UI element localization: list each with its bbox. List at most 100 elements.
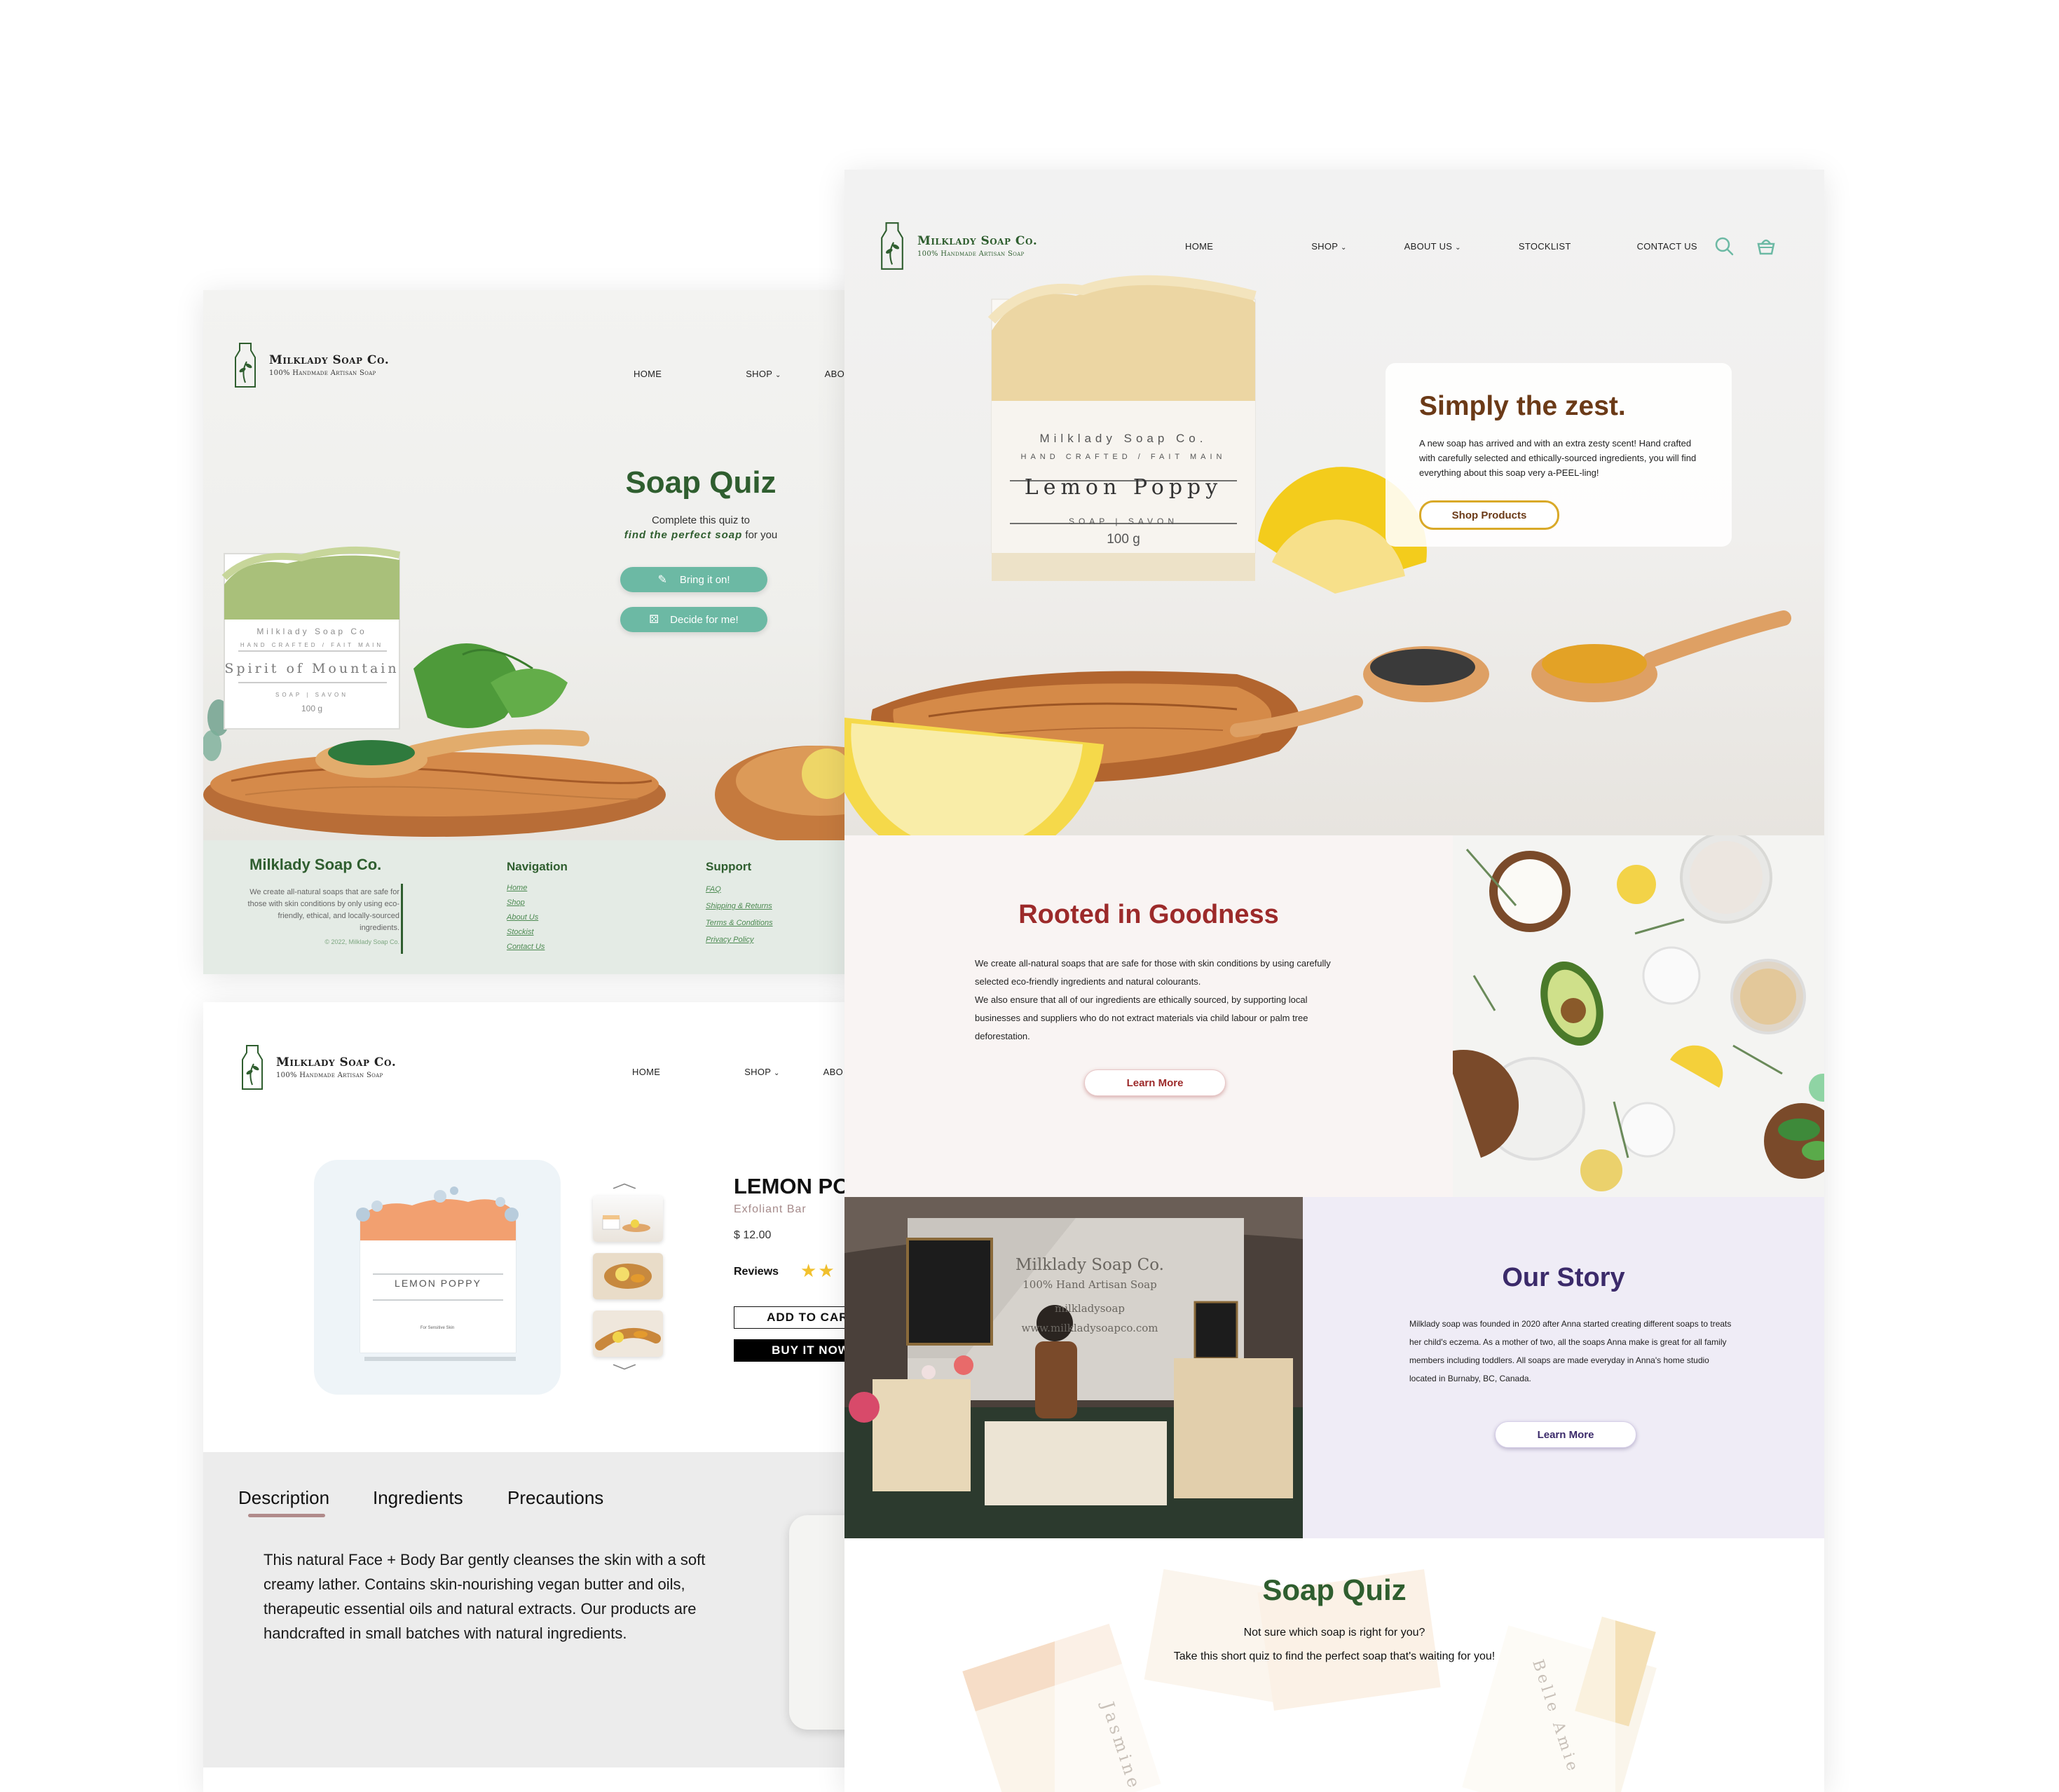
product-description: This natural Face + Body Bar gently clea… <box>264 1551 706 1642</box>
chevron-down-icon: ⌄ <box>1455 244 1461 252</box>
thumbnail-2-image <box>604 1264 652 1289</box>
quiz-line1: Complete this quiz to <box>651 514 751 526</box>
chevron-down-icon: ⌄ <box>774 371 781 379</box>
footer-link-about[interactable]: About Us <box>507 910 545 925</box>
nav-shop-label: SHOP <box>746 369 773 379</box>
banner-line-2: 100% Hand Artisan Soap <box>1022 1278 1157 1291</box>
rooted-paragraph-1: We create all-natural soaps that are saf… <box>975 958 1331 987</box>
nav-shop[interactable]: SHOP ⌄ <box>1311 241 1346 252</box>
brand-tagline: 100% Handmade Artisan Soap <box>917 250 1025 258</box>
thumbnail-1[interactable] <box>593 1196 663 1242</box>
thumbnail-3[interactable] <box>593 1311 663 1357</box>
nav-about[interactable]: ABOUT US ⌄ <box>1404 241 1461 252</box>
footer-link-home[interactable]: Home <box>507 881 545 896</box>
soap-label-type: SOAP | SAVON <box>275 692 349 698</box>
brand-name: Milklady Soap Co. <box>917 234 1038 248</box>
soap-label-name: Lemon Poppy <box>1024 475 1223 500</box>
soap-label-weight: 100 g <box>301 704 323 713</box>
home-page-panel: Milklady Soap Co. HAND CRAFTED / FAIT MA… <box>844 170 1824 1792</box>
star-icon: ★ <box>800 1260 819 1281</box>
quiz-line2-emphasis: find the perfect soap <box>624 529 743 541</box>
add-to-cart-button[interactable]: ADD TO CART <box>734 1306 855 1329</box>
rooted-learn-more-button[interactable]: Learn More <box>1084 1069 1226 1096</box>
nav-about[interactable]: ABO <box>823 1067 843 1077</box>
tab-active-underline <box>248 1514 325 1517</box>
brand-logo[interactable]: Milklady Soap Co. 100% Handmade Artisan … <box>238 1043 396 1092</box>
hero-body: A new soap has arrived and with an extra… <box>1419 438 1697 478</box>
rooted-title: Rooted in Goodness <box>1018 900 1279 929</box>
nav-shop[interactable]: SHOP ⌄ <box>746 369 781 379</box>
brand-name: Milklady Soap Co. <box>269 353 390 367</box>
footer-link-privacy[interactable]: Privacy Policy <box>706 931 773 948</box>
ingredients-flatlay <box>1446 831 1824 1191</box>
thumbnail-2[interactable] <box>593 1253 663 1299</box>
buy-now-button[interactable]: BUY IT NOW <box>734 1339 855 1362</box>
soap-label-crafted: HAND CRAFTED / FAIT MAIN <box>1020 453 1226 461</box>
chevron-down-icon: ⌄ <box>1340 244 1347 252</box>
shop-products-button[interactable]: Shop Products <box>1419 500 1559 530</box>
footer-link-shop[interactable]: Shop <box>507 896 545 910</box>
nav-shop-label: SHOP <box>1311 241 1339 252</box>
decide-for-me-button[interactable]: ⚄ Decide for me! <box>620 607 767 632</box>
banner-line-1: Milklady Soap Co. <box>1015 1256 1164 1274</box>
shop-products-label: Shop Products <box>1451 509 1527 521</box>
tab-description[interactable]: Description <box>238 1487 329 1517</box>
banner-line-3: milkladysoap <box>1055 1302 1125 1315</box>
quiz-teaser-title: Soap Quiz <box>1262 1573 1407 1606</box>
footer-brand: Milklady Soap Co. <box>249 856 382 873</box>
nav-stocklist[interactable]: STOCKLIST <box>1519 241 1571 252</box>
footer-link-contact[interactable]: Contact Us <box>507 940 545 955</box>
soap-label-brand: Milklady Soap Co <box>256 627 367 636</box>
rooted-body: We create all-natural soaps that are saf… <box>975 955 1353 1046</box>
brand-tagline: 100% Handmade Artisan Soap <box>269 369 376 377</box>
edit-icon: ✎ <box>657 574 667 586</box>
dice-icon: ⚄ <box>649 614 659 626</box>
thumbnail-3-image <box>595 1328 661 1350</box>
basket-icon[interactable] <box>1756 235 1777 257</box>
our-story-body: Milklady soap was founded in 2020 after … <box>1409 1319 1732 1383</box>
tab-precautions[interactable]: Precautions <box>507 1487 603 1509</box>
brand-logo[interactable]: Milklady Soap Co. 100% Handmade Artisan … <box>231 341 389 390</box>
quiz-title: Soap Quiz <box>625 465 777 500</box>
bring-it-on-button[interactable]: ✎ Bring it on! <box>620 567 767 592</box>
soap-label-weight: 100 g <box>1107 532 1140 547</box>
soap-illustration-label: LEMON POPPY <box>395 1278 481 1289</box>
quiz-teaser-line1: Not sure which soap is right for you? <box>1243 1627 1425 1639</box>
our-story-section: Our Story Milklady soap was founded in 2… <box>1303 1197 1824 1538</box>
bring-it-on-label: Bring it on! <box>679 573 730 586</box>
brand-name: Milklady Soap Co. <box>276 1055 397 1069</box>
buy-now-label: BUY IT NOW <box>772 1343 850 1357</box>
footer-link-shipping[interactable]: Shipping & Returns <box>706 898 773 915</box>
chevron-down-icon[interactable]: ﹀ <box>612 1360 636 1382</box>
story-learn-more-label: Learn More <box>1537 1428 1594 1441</box>
footer-nav-list: Home Shop About Us Stockist Contact Us <box>507 881 545 955</box>
rooted-learn-more-label: Learn More <box>1126 1076 1184 1089</box>
footer-copyright: © 2022, Milklady Soap Co. <box>324 938 399 945</box>
rooted-section: Rooted in Goodness We create all-natural… <box>844 835 1453 1197</box>
footer-link-terms[interactable]: Terms & Conditions <box>706 915 773 931</box>
quiz-hero-text: Soap Quiz Complete this quiz to find the… <box>596 465 806 541</box>
footer-link-stockist[interactable]: Stockist <box>507 925 545 940</box>
story-learn-more-button[interactable]: Learn More <box>1495 1421 1636 1448</box>
footer-nav-title: Navigation <box>507 860 568 873</box>
chevron-down-icon: ⌄ <box>773 1069 780 1077</box>
milk-bottle-icon <box>242 1045 263 1090</box>
brand-logo[interactable]: Milklady Soap Co. 100% Handmade Artisan … <box>877 220 1037 272</box>
quiz-teaser-section: Soap Quiz Not sure which soap is right f… <box>844 1538 1824 1792</box>
nav-home[interactable]: HOME <box>634 369 662 379</box>
tab-ingredients[interactable]: Ingredients <box>373 1487 463 1509</box>
footer-link-faq[interactable]: FAQ <box>706 881 773 898</box>
nav-home[interactable]: HOME <box>632 1067 660 1077</box>
chevron-up-icon[interactable]: ︿ <box>612 1170 636 1193</box>
star-rating[interactable]: ★★ <box>800 1260 836 1282</box>
milk-bottle-icon <box>881 222 903 270</box>
nav-contact[interactable]: CONTACT US <box>1637 241 1697 252</box>
quiz-teaser-line2: Take this short quiz to find the perfect… <box>1173 1650 1496 1662</box>
soap-label-type: SOAP | SAVON <box>1068 517 1179 526</box>
nav-home[interactable]: HOME <box>1185 241 1213 252</box>
product-details-section: Description Ingredients Precautions This… <box>203 1452 855 1767</box>
our-story-title: Our Story <box>1502 1263 1625 1292</box>
banner-line-4: www.milkladysoapco.com <box>1021 1322 1158 1334</box>
search-icon[interactable] <box>1713 235 1735 257</box>
nav-shop[interactable]: SHOP ⌄ <box>744 1067 779 1077</box>
